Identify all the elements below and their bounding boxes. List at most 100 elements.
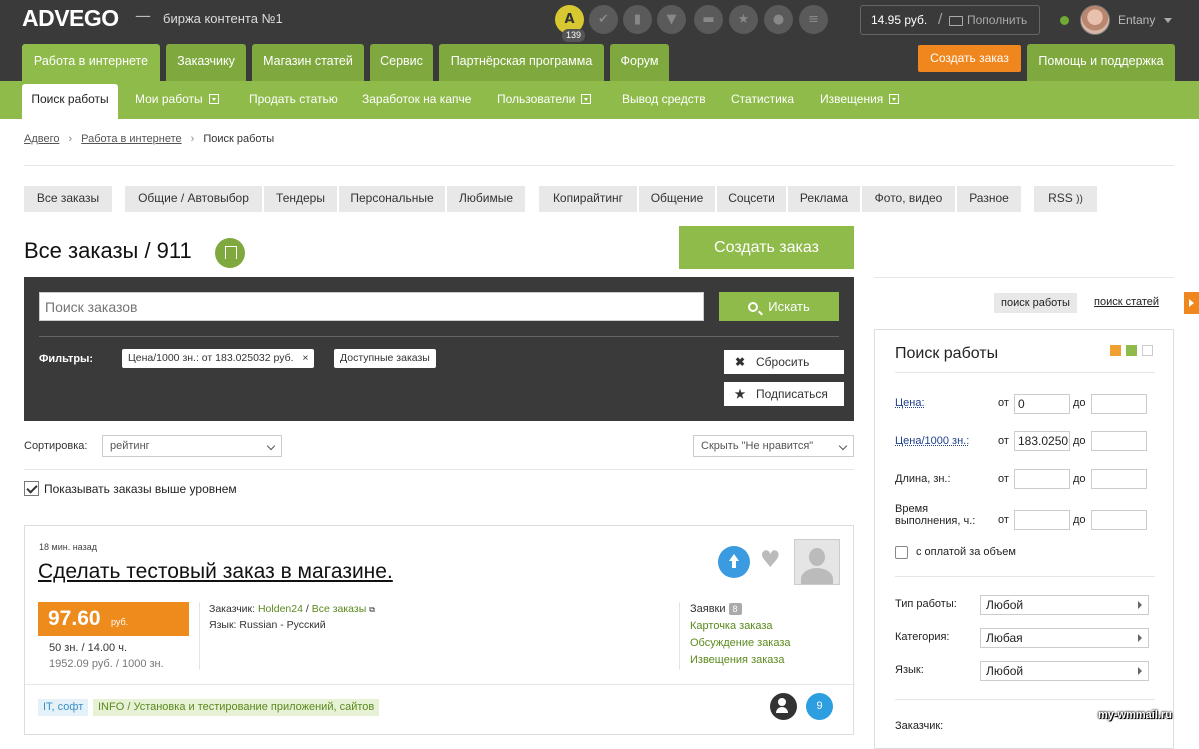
folder-icon[interactable]: ▬ — [694, 5, 723, 34]
divider — [874, 277, 1174, 278]
search-button[interactable]: Искать — [719, 292, 839, 321]
price-per-1000-to-input[interactable] — [1091, 431, 1147, 451]
topup-link[interactable]: Пополнить — [967, 13, 1027, 27]
time-from-input[interactable] — [1014, 510, 1070, 530]
create-order-top-button[interactable]: Создать заказ — [918, 45, 1021, 72]
job-type-select[interactable]: Любой — [980, 595, 1149, 615]
filter-communication[interactable]: Общение — [639, 186, 716, 212]
filter-ads[interactable]: Реклама — [788, 186, 861, 212]
chat-icon[interactable]: ● — [764, 5, 793, 34]
search-input[interactable] — [39, 292, 704, 321]
price-label[interactable]: Цена: — [895, 397, 925, 409]
tag-subcategory[interactable]: INFO / Установка и тестирование приложен… — [93, 699, 379, 716]
tab-article-shop[interactable]: Магазин статей — [252, 44, 364, 81]
subnav-sell-article[interactable]: Продать статью — [249, 81, 338, 119]
price-per-1000-from-input[interactable]: 183.0250 — [1014, 431, 1070, 451]
rss-button[interactable]: RSS )) — [1034, 186, 1098, 212]
order-card: 18 мин. назад Сделать тестовый заказ в м… — [24, 525, 854, 735]
tag-category[interactable]: IT, софт — [38, 699, 88, 716]
dropdown-icon[interactable] — [581, 94, 591, 104]
subnav-withdraw[interactable]: Вывод средств — [622, 81, 706, 119]
category-select[interactable]: Любая — [980, 628, 1149, 648]
length-to-input[interactable] — [1091, 469, 1147, 489]
tab-work-online[interactable]: Работа в интернете — [22, 44, 160, 81]
from-label: от — [998, 514, 1009, 526]
customer-link[interactable]: Holden24 — [258, 603, 303, 615]
filter-tenders[interactable]: Тендеры — [264, 186, 338, 212]
applications[interactable]: Заявки 8 — [690, 603, 742, 615]
subnav-notifications-label: Извещения — [820, 92, 883, 106]
level-badge: 9 — [806, 693, 833, 720]
sidebar-tab-jobs[interactable]: поиск работы — [994, 293, 1077, 313]
customer-label: Заказчик: — [209, 603, 255, 615]
length-from-input[interactable] — [1014, 469, 1070, 489]
filter-misc[interactable]: Разное — [957, 186, 1022, 212]
divider — [895, 576, 1155, 577]
price-from-input[interactable]: 0 — [1014, 394, 1070, 414]
hide-disliked-select[interactable]: Скрыть "Не нравится" — [693, 435, 854, 457]
cart-icon[interactable]: ▼ — [657, 5, 686, 34]
star-icon[interactable]: ★ — [729, 5, 758, 34]
color-square-white[interactable] — [1142, 345, 1153, 356]
color-square-green[interactable] — [1126, 345, 1137, 356]
order-card-link[interactable]: Карточка заказа — [690, 620, 773, 632]
order-title[interactable]: Сделать тестовый заказ в магазине. — [38, 560, 393, 584]
dropdown-icon[interactable] — [889, 94, 899, 104]
price-to-input[interactable] — [1091, 394, 1147, 414]
filter-social[interactable]: Соцсети — [717, 186, 787, 212]
dropdown-icon[interactable] — [209, 94, 219, 104]
chevron-down-icon[interactable] — [1164, 18, 1172, 23]
tab-customer[interactable]: Заказчику — [166, 44, 246, 81]
sort-select[interactable]: рейтинг — [102, 435, 282, 457]
upvote-icon[interactable] — [718, 546, 750, 578]
subscribe-button[interactable]: ★ Подписаться — [724, 382, 844, 406]
tab-help[interactable]: Помощь и поддержка — [1027, 44, 1175, 81]
filter-all-orders[interactable]: Все заказы — [24, 186, 113, 212]
subnav-users[interactable]: Пользователи — [497, 81, 591, 119]
logo[interactable]: ADVEGO — [22, 5, 119, 32]
volume-payment-checkbox[interactable] — [895, 546, 908, 559]
subnav-my-works[interactable]: Мои работы — [135, 81, 219, 119]
color-square-orange[interactable] — [1110, 345, 1121, 356]
check-icon[interactable]: ✔ — [589, 5, 618, 34]
all-orders-link[interactable]: Все заказы — [312, 603, 367, 615]
filter-photo-video[interactable]: Фото, видео — [862, 186, 956, 212]
filter-copywriting[interactable]: Копирайтинг — [539, 186, 638, 212]
sidebar-title: Поиск работы — [895, 345, 998, 363]
order-notifications-link[interactable]: Извещения заказа — [690, 654, 784, 666]
username[interactable]: Entany — [1118, 13, 1155, 27]
sidebar-tab-articles[interactable]: поиск статей — [1094, 296, 1159, 308]
bookmark-icon[interactable] — [215, 238, 245, 268]
avatar[interactable] — [1080, 5, 1110, 35]
file-icon[interactable]: ▮ — [623, 5, 652, 34]
order-discussion-link[interactable]: Обсуждение заказа — [690, 637, 791, 649]
heart-icon[interactable]: ♥ — [760, 549, 781, 572]
breadcrumb-work[interactable]: Работа в интернете — [81, 133, 181, 145]
subnav-captcha[interactable]: Заработок на капче — [362, 81, 471, 119]
arrow-right-icon[interactable] — [1184, 292, 1199, 314]
subnav-notifications[interactable]: Извещения — [820, 81, 899, 119]
filter-favorites[interactable]: Любимые — [447, 186, 526, 212]
list-icon[interactable]: ≡ — [799, 5, 828, 34]
show-above-checkbox[interactable] — [24, 481, 39, 496]
language-select[interactable]: Любой — [980, 661, 1149, 681]
divider — [679, 602, 680, 670]
price-per-1000-label[interactable]: Цена/1000 зн.: — [895, 435, 969, 447]
time-to-input[interactable] — [1091, 510, 1147, 530]
filter-personal[interactable]: Персональные — [339, 186, 446, 212]
tab-partner[interactable]: Партнёрская программа — [439, 44, 604, 81]
subnav-stats[interactable]: Статистика — [731, 81, 794, 119]
reset-button[interactable]: ✖ Сбросить — [724, 350, 844, 374]
balance-box: 14.95 руб. / Пополнить — [860, 5, 1040, 35]
create-order-button[interactable]: Создать заказ — [679, 226, 854, 269]
filter-chip-available[interactable]: Доступные заказы — [334, 349, 436, 368]
tab-service[interactable]: Сервис — [370, 44, 433, 81]
filter-general[interactable]: Общие / Автовыбор — [125, 186, 263, 212]
order-language: Язык: Russian - Русский — [209, 619, 326, 631]
subnav-job-search[interactable]: Поиск работы — [22, 84, 118, 119]
close-icon[interactable]: × — [302, 352, 308, 364]
order-customer: Заказчик: Holden24 / Все заказы ⧉ — [209, 603, 375, 615]
tab-forum[interactable]: Форум — [610, 44, 669, 81]
customer-avatar[interactable] — [794, 539, 840, 585]
breadcrumb-home[interactable]: Адвего — [24, 133, 59, 145]
